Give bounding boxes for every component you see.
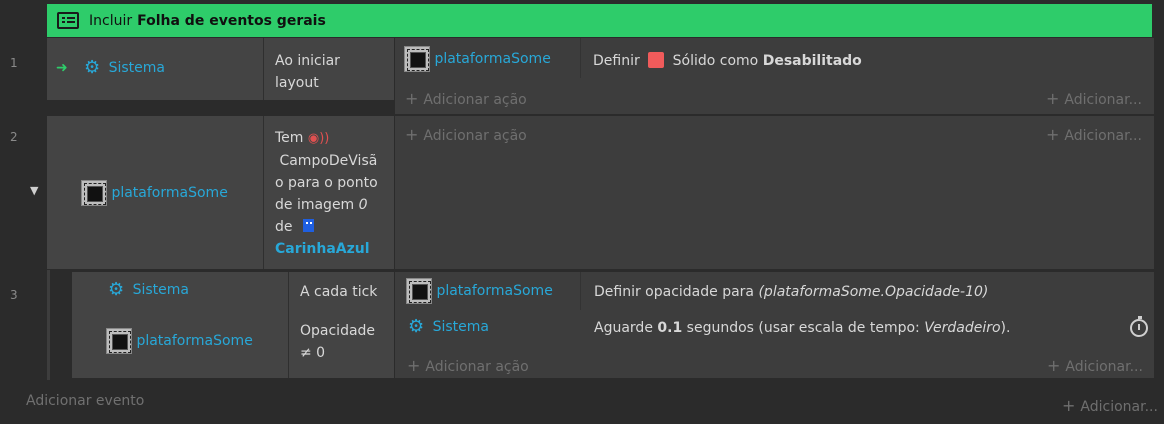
include-prefix: Incluir [89, 12, 133, 29]
add-action-button[interactable]: + Adicionar ação [407, 356, 529, 375]
action-object[interactable]: ⚙ Sistema [408, 318, 489, 336]
gear-icon: ⚙ [108, 279, 125, 300]
list-icon [57, 12, 79, 29]
plus-icon: + [1046, 89, 1060, 108]
plus-icon: + [407, 356, 421, 375]
plus-icon: + [405, 125, 419, 144]
condition-text[interactable]: Opacidade ≠ 0 [300, 320, 375, 364]
line-of-sight-icon: ◉)) [307, 131, 330, 146]
condition-object-name: Sistema [108, 60, 165, 76]
include-sheet-name: Folha de eventos gerais [137, 12, 326, 29]
object-sprite-icon [404, 46, 430, 72]
gear-icon: ⚙ [408, 316, 425, 337]
action-text[interactable]: Aguarde 0.1 segundos (usar escala de tem… [594, 320, 1010, 336]
action-object[interactable]: plataformaSome [404, 46, 551, 72]
condition-object[interactable]: ⚙ Sistema [108, 281, 189, 299]
condition-object-name: Sistema [132, 282, 189, 298]
condition-object[interactable]: plataformaSome [106, 328, 253, 354]
timer-icon [1130, 316, 1148, 341]
action-object-name: plataformaSome [434, 51, 551, 67]
include-sheet-row[interactable]: Incluir Folha de eventos gerais [47, 4, 1152, 37]
add-action-button[interactable]: + Adicionar ação [405, 125, 527, 144]
action-object-name: plataformaSome [436, 283, 553, 299]
plus-icon: + [1046, 125, 1060, 144]
event-number: 3 [10, 288, 18, 302]
action-object-name: Sistema [432, 319, 489, 335]
action-text[interactable]: Definir Sólido como Desabilitado [593, 52, 862, 69]
add-action-button[interactable]: + Adicionar ação [405, 89, 527, 108]
condition-object[interactable]: ⚙ Sistema [84, 59, 165, 77]
condition-text[interactable]: A cada tick [300, 284, 377, 300]
condition-object-name: plataformaSome [111, 185, 228, 201]
solid-behavior-icon [648, 52, 665, 68]
event-number: 1 [10, 56, 18, 70]
collapse-arrow-icon[interactable]: ▼ [30, 184, 38, 197]
plus-icon: + [405, 89, 419, 108]
action-object[interactable]: plataformaSome [406, 278, 553, 304]
condition-object[interactable]: plataformaSome [81, 180, 228, 206]
plus-icon: + [1062, 396, 1076, 415]
plus-icon: + [1047, 356, 1061, 375]
object-sprite-icon [406, 278, 432, 304]
add-more-button[interactable]: + Adicionar... [1046, 125, 1142, 144]
condition-text[interactable]: Tem ◉)) CampoDeVisã o para o ponto de im… [275, 127, 390, 260]
event-number: 2 [10, 130, 18, 144]
condition-object-name: plataformaSome [136, 333, 253, 349]
action-text[interactable]: Definir opacidade para (plataformaSome.O… [594, 284, 988, 300]
add-more-button[interactable]: + Adicionar... [1046, 89, 1142, 108]
condition-text[interactable]: Ao iniciar layout [275, 50, 340, 94]
carinhaazul-sprite-icon [303, 219, 315, 232]
subevent-indent-line [47, 270, 50, 380]
trigger-arrow-icon: ➜ [56, 60, 68, 76]
add-more-button[interactable]: + Adicionar... [1062, 396, 1158, 415]
gear-icon: ⚙ [84, 57, 101, 78]
object-sprite-icon [81, 180, 107, 206]
object-sprite-icon [106, 328, 132, 354]
add-more-button[interactable]: + Adicionar... [1047, 356, 1143, 375]
add-event-button[interactable]: Adicionar evento [26, 393, 144, 409]
